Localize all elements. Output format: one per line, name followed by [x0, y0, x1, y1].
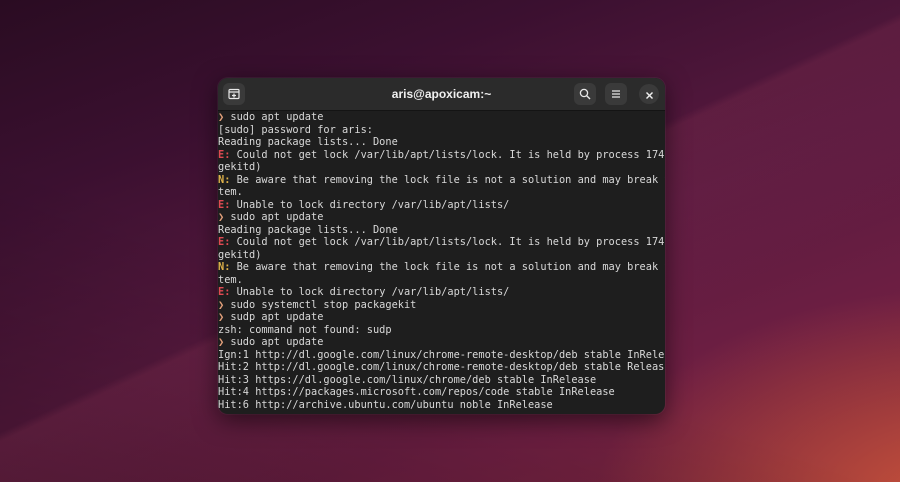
- line-text: sudo apt update: [224, 336, 324, 348]
- terminal-output-line: Hit:6 http://archive.ubuntu.com/ubuntu n…: [218, 399, 665, 412]
- line-text: Reading package lists... Done: [218, 136, 398, 148]
- search-button[interactable]: [574, 83, 596, 105]
- line-text: sudo apt update: [224, 211, 324, 223]
- line-text: Unable to lock directory /var/lib/apt/li…: [230, 198, 510, 211]
- header-bar[interactable]: aris@apoxicam:~: [218, 78, 665, 111]
- terminal-output-line: N: Be aware that removing the lock file …: [218, 174, 665, 187]
- terminal-command-line: ❯ sudo apt update: [218, 336, 665, 349]
- line-text: tem.: [218, 186, 243, 198]
- terminal-output-line: gekitd): [218, 161, 665, 174]
- terminal-output-line: tem.: [218, 274, 665, 287]
- line-text: tem.: [218, 273, 243, 286]
- line-text: sudo apt update: [224, 111, 324, 123]
- new-tab-button[interactable]: [223, 83, 245, 105]
- line-text: sudo systemctl stop packagekit: [224, 298, 417, 311]
- note-prefix: N:: [218, 173, 231, 186]
- terminal-output-line: tem.: [218, 186, 665, 199]
- line-text: zsh: command not found: sudp: [218, 323, 392, 336]
- line-text: [sudo] password for aris:: [218, 123, 373, 136]
- terminal-output-line: E: Could not get lock /var/lib/apt/lists…: [218, 236, 665, 249]
- close-button[interactable]: [639, 84, 659, 104]
- terminal-output-line: Reading package lists... Done: [218, 224, 665, 237]
- line-text: Be aware that removing the lock file is …: [236, 173, 665, 186]
- terminal-output-line: E: Unable to lock directory /var/lib/apt…: [218, 286, 665, 299]
- line-text: Unable to lock directory /var/lib/apt/li…: [230, 286, 510, 298]
- hamburger-menu-icon: [610, 85, 622, 104]
- line-text: Could not get lock /var/lib/apt/lists/lo…: [236, 236, 665, 248]
- close-icon: [645, 85, 654, 104]
- terminal-window[interactable]: aris@apoxicam:~ ❯ sudo apt update [sudo]…: [218, 78, 665, 414]
- terminal-output-line: Hit:2 http://dl.google.com/linux/chrome-…: [218, 361, 665, 374]
- line-text: Hit:4 https://packages.microsoft.com/rep…: [218, 386, 615, 398]
- window-title: aris@apoxicam:~: [391, 87, 492, 101]
- terminal-command-line: ❯ sudo apt update: [218, 111, 665, 124]
- line-text: Hit:2 http://dl.google.com/linux/chrome-…: [218, 361, 665, 373]
- error-prefix: E:: [218, 148, 231, 161]
- terminal-command-line: ❯ sudo systemctl stop packagekit: [218, 299, 665, 312]
- terminal-output-line: Hit:3 https://dl.google.com/linux/chrome…: [218, 374, 665, 387]
- terminal-output-line: Reading package lists... Done: [218, 136, 665, 149]
- line-text: gekitd): [218, 161, 262, 173]
- terminal-output-line: E: Could not get lock /var/lib/apt/lists…: [218, 149, 665, 162]
- line-text: Hit:3 https://dl.google.com/linux/chrome…: [218, 373, 597, 386]
- note-prefix: N:: [218, 261, 231, 273]
- terminal-output-line: N: Be aware that removing the lock file …: [218, 261, 665, 274]
- line-text: Could not get lock /var/lib/apt/lists/lo…: [236, 148, 665, 161]
- line-text: Ign:1 http://dl.google.com/linux/chrome-…: [218, 348, 665, 361]
- line-text: Be aware that removing the lock file is …: [236, 261, 665, 273]
- line-text: sudp apt update: [224, 311, 324, 323]
- line-text: Reading package lists... Done: [218, 223, 398, 236]
- error-prefix: E:: [218, 236, 231, 248]
- search-icon: [579, 85, 591, 104]
- terminal-output-line: gekitd): [218, 249, 665, 262]
- terminal-command-line: ❯ sudo apt update: [218, 211, 665, 224]
- terminal-output[interactable]: ❯ sudo apt update [sudo] password for ari…: [218, 111, 665, 414]
- terminal-output-line: Hit:4 https://packages.microsoft.com/rep…: [218, 386, 665, 399]
- terminal-output-line: Ign:1 http://dl.google.com/linux/chrome-…: [218, 349, 665, 362]
- terminal-command-line: ❯ sudp apt update: [218, 311, 665, 324]
- line-text: gekitd): [218, 248, 262, 261]
- new-tab-icon: [228, 85, 240, 104]
- terminal-output-line: [sudo] password for aris:: [218, 124, 665, 137]
- terminal-output-line: zsh: command not found: sudp: [218, 324, 665, 337]
- terminal-output-line: E: Unable to lock directory /var/lib/apt…: [218, 199, 665, 212]
- error-prefix: E:: [218, 198, 231, 211]
- line-text: Hit:6 http://archive.ubuntu.com/ubuntu n…: [218, 398, 553, 411]
- error-prefix: E:: [218, 286, 231, 298]
- main-menu-button[interactable]: [605, 83, 627, 105]
